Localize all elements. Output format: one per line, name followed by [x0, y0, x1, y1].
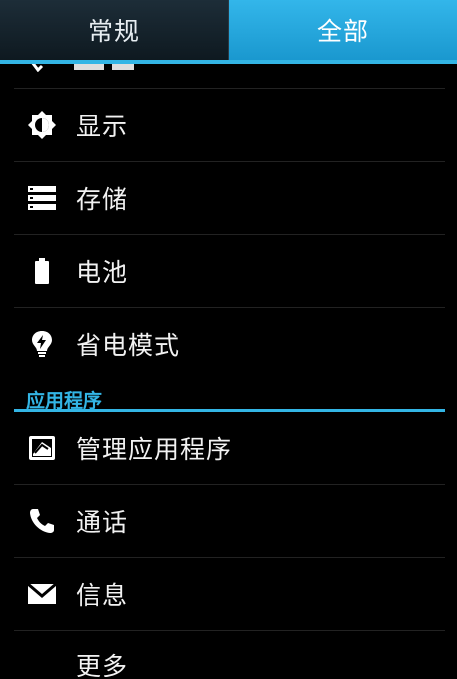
list-item-label: 存储: [76, 185, 129, 214]
brightness-icon: [26, 109, 58, 141]
settings-list: 显示 存储 电池 省电模式 应用程序 管理应用程序 通话 信息 更多: [0, 64, 457, 677]
list-item-display[interactable]: 显示: [0, 89, 457, 161]
list-item-label: 信息: [76, 581, 129, 610]
more-icon-placeholder: [26, 631, 58, 663]
list-item-label: 通话: [76, 508, 129, 537]
section-header-apps: 应用程序: [0, 380, 457, 412]
partial-item-fragment: [28, 64, 148, 73]
manage-apps-icon: [26, 432, 58, 464]
list-item-call[interactable]: 通话: [0, 485, 457, 557]
list-item-more[interactable]: 更多: [0, 631, 457, 677]
list-item-messages[interactable]: 信息: [0, 558, 457, 630]
list-item-power-saving[interactable]: 省电模式: [0, 308, 457, 380]
storage-icon: [26, 182, 58, 214]
tab-general[interactable]: 常规: [0, 0, 229, 60]
list-item-partial[interactable]: [0, 64, 457, 88]
list-item-label: 省电模式: [76, 331, 181, 360]
tab-all[interactable]: 全部: [229, 0, 457, 60]
message-icon: [26, 578, 58, 610]
phone-icon: [26, 505, 58, 537]
list-item-label: 显示: [76, 112, 129, 141]
battery-icon: [26, 255, 58, 287]
list-item-label: 更多: [76, 652, 129, 677]
list-item-manage-apps[interactable]: 管理应用程序: [0, 412, 457, 484]
tab-bar: 常规 全部: [0, 0, 457, 60]
list-item-label: 电池: [76, 258, 129, 287]
power-saving-icon: [26, 328, 58, 360]
list-item-battery[interactable]: 电池: [0, 235, 457, 307]
list-item-storage[interactable]: 存储: [0, 162, 457, 234]
list-item-label: 管理应用程序: [76, 435, 233, 464]
